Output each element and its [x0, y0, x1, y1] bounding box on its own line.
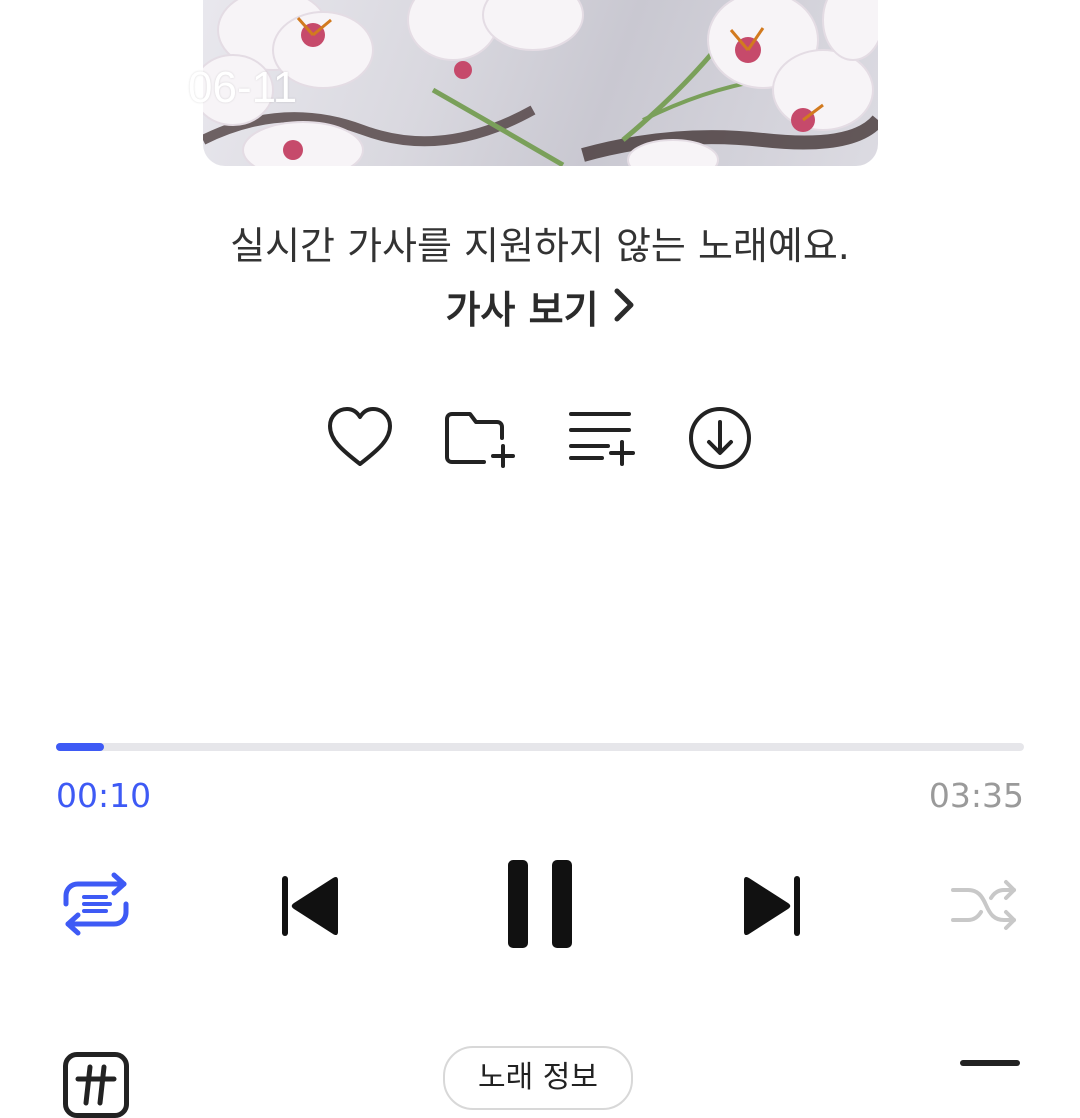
- pause-icon[interactable]: [506, 858, 574, 954]
- progress-bar[interactable]: [56, 743, 1024, 751]
- view-lyrics-button[interactable]: 가사 보기: [0, 286, 1080, 334]
- view-lyrics-label: 가사 보기: [445, 288, 599, 332]
- total-time: 03:35: [928, 776, 1024, 815]
- album-date-overlay: 06-11: [188, 63, 298, 112]
- skip-next-icon[interactable]: [740, 874, 802, 942]
- current-time: 00:10: [56, 776, 152, 815]
- chevron-right-icon: [613, 286, 635, 334]
- download-icon[interactable]: [682, 400, 758, 476]
- shuffle-icon[interactable]: [950, 876, 1020, 938]
- progress-fill: [56, 743, 105, 751]
- lyrics-unsupported-notice: 실시간 가사를 지원하지 않는 노래예요.: [230, 224, 850, 268]
- heart-icon[interactable]: [322, 400, 398, 476]
- track-actions: [0, 400, 1080, 476]
- folder-add-icon[interactable]: [442, 400, 518, 476]
- hashtag-icon[interactable]: [63, 1052, 129, 1118]
- playlist-add-icon[interactable]: [564, 400, 640, 476]
- menu-icon[interactable]: [960, 1060, 1020, 1066]
- repeat-icon[interactable]: [58, 870, 134, 942]
- skip-previous-icon[interactable]: [280, 874, 342, 942]
- song-info-button[interactable]: 노래 정보: [443, 1046, 633, 1110]
